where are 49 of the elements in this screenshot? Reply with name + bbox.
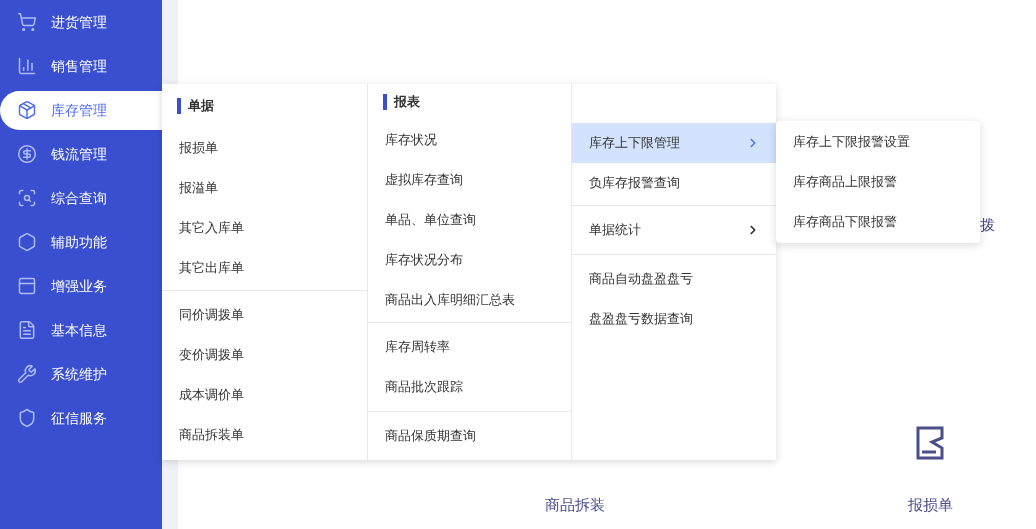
sidebar-item[interactable]: 综合查询 (0, 176, 162, 220)
sidebar-item[interactable]: 进货管理 (0, 0, 162, 44)
menu-item[interactable]: 盘盈盘亏数据查询 (572, 299, 776, 339)
sidebar-item[interactable]: 钱流管理 (0, 132, 162, 176)
scan-search-icon (17, 188, 37, 208)
coin-icon (17, 144, 37, 164)
menu-item[interactable]: 其它入库单 (162, 208, 367, 248)
column-title: 单据 (177, 98, 214, 114)
menu-item[interactable]: 库存上下限报警设置 (776, 122, 980, 162)
sidebar-item[interactable]: 增强业务 (0, 264, 162, 308)
menu-item[interactable]: 库存周转率 (367, 327, 572, 367)
wrench-icon (17, 364, 37, 384)
sidebar-item[interactable]: 销售管理 (0, 44, 162, 88)
menu-item[interactable]: 商品自动盘盈盘亏 (572, 259, 776, 299)
menu-item[interactable]: 商品出入库明细汇总表 (367, 280, 572, 320)
menu-item[interactable]: 报溢单 (162, 168, 367, 208)
menu-item[interactable]: 成本调价单 (162, 375, 367, 415)
menu-item[interactable]: 同价调拨单 (162, 295, 367, 335)
document-icon (17, 320, 37, 340)
menu-item[interactable]: 库存状况分布 (367, 240, 572, 280)
sidebar-item[interactable]: 基本信息 (0, 308, 162, 352)
column-title: 报表 (382, 94, 420, 110)
report-icon (916, 426, 944, 460)
tile-label[interactable]: 拨 (980, 214, 995, 238)
hexagon-icon (17, 232, 37, 252)
shield-icon (17, 408, 37, 428)
menu-item[interactable]: 虚拟库存查询 (367, 160, 572, 200)
sidebar-item[interactable]: 系统维护 (0, 352, 162, 396)
menu-item[interactable]: 库存商品下限报警 (776, 202, 980, 242)
menu-item[interactable]: 其它出库单 (162, 248, 367, 288)
menu-item[interactable]: 库存商品上限报警 (776, 162, 980, 202)
menu-item[interactable]: 商品拆装单 (162, 415, 367, 455)
menu-item[interactable]: 商品保质期查询 (367, 416, 572, 456)
sidebar-item[interactable]: 辅助功能 (0, 220, 162, 264)
box-icon (17, 100, 37, 120)
panel-icon (17, 276, 37, 296)
sidebar-item[interactable]: 征信服务 (0, 396, 162, 440)
tile-label[interactable]: 商品拆装 (545, 494, 605, 517)
menu-item[interactable]: 库存上下限管理 (572, 123, 776, 163)
menu-item[interactable]: 报损单 (162, 128, 367, 168)
menu-item[interactable]: 负库存报警查询 (572, 163, 776, 203)
tile-label[interactable]: 报损单 (907, 494, 953, 517)
menu-item[interactable]: 单品、单位查询 (367, 200, 572, 240)
menu-item[interactable]: 单据统计 (572, 210, 776, 250)
menu-item[interactable]: 库存状况 (367, 120, 572, 160)
cart-icon (17, 12, 37, 32)
chart-icon (17, 56, 37, 76)
menu-item[interactable]: 商品批次跟踪 (367, 367, 572, 407)
menu-item[interactable]: 变价调拨单 (162, 335, 367, 375)
